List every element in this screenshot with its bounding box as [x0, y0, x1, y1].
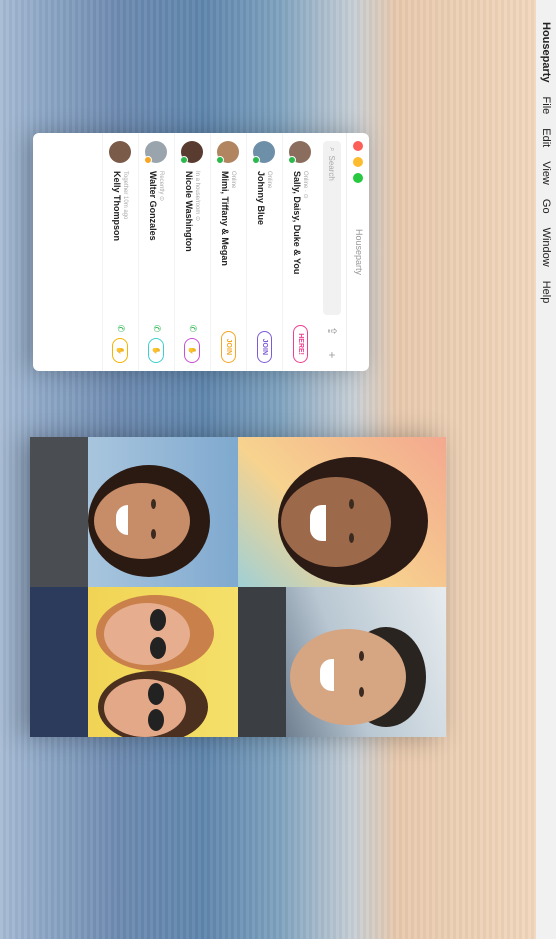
- eye-shape: [359, 651, 364, 661]
- online-dot: [180, 156, 189, 164]
- avatar: [180, 141, 204, 164]
- rotated-desktop: Houseparty File Edit View Go Window Help…: [0, 0, 556, 939]
- window-titlebar[interactable]: Houseparty: [346, 133, 369, 371]
- menu-view[interactable]: View: [540, 161, 552, 185]
- search-placeholder: Search: [327, 155, 337, 181]
- eye-shape: [359, 687, 364, 697]
- add-icon[interactable]: +: [324, 347, 340, 363]
- contact-name: Sally, Daisy, Duke & You: [292, 171, 302, 275]
- eye-shape: [151, 529, 156, 539]
- contact-name: Walter Gonzales: [148, 171, 158, 241]
- sunglasses-shape: [148, 683, 164, 705]
- contact-status: Online: [266, 171, 273, 189]
- contact-status: Online: [230, 171, 237, 189]
- avatar: [252, 141, 276, 164]
- search-icon: ⌕: [328, 147, 337, 152]
- shirt-shape: [30, 587, 88, 737]
- avatar: [144, 141, 168, 164]
- smile-shape: [320, 659, 334, 691]
- smile-shape: [116, 505, 128, 535]
- contact-row[interactable]: Online Mimi, Tiffany & Megan JOIN: [210, 133, 246, 371]
- wave-button[interactable]: ✋: [148, 338, 165, 363]
- face-shape: [94, 483, 190, 559]
- sunglasses-shape: [150, 637, 166, 659]
- online-dot: [288, 156, 297, 164]
- here-button[interactable]: HERE!: [293, 325, 308, 363]
- smile-shape: [310, 505, 326, 541]
- face-shape: [281, 477, 391, 567]
- menu-file[interactable]: File: [540, 97, 552, 115]
- contact-name: Mimi, Tiffany & Megan: [220, 171, 231, 266]
- contact-row[interactable]: Recently ⊙ Walter Gonzales ✆ ✋: [138, 133, 174, 371]
- video-tile-mimi-megan[interactable]: [30, 587, 238, 737]
- eye-shape: [151, 499, 156, 509]
- avatar: [109, 141, 132, 163]
- face-shape: [290, 629, 406, 725]
- contact-row[interactable]: Online Johnny Blue JOIN: [246, 133, 282, 371]
- menu-app-name[interactable]: Houseparty: [540, 22, 552, 83]
- contact-status: In a house/room ⊙: [194, 171, 200, 222]
- contact-row[interactable]: Online · ⊙ Sally, Daisy, Duke & You HERE!: [282, 133, 318, 371]
- contact-status: Together 10m ago: [122, 171, 129, 220]
- online-dot: [216, 156, 225, 164]
- eye-shape: [349, 533, 354, 543]
- houseparty-window: Houseparty ⌕ Search ⇪ + Online · ⊙ Sally,…: [33, 133, 369, 371]
- face-shape: [104, 603, 190, 665]
- join-button[interactable]: JOIN: [257, 330, 272, 363]
- contact-name: Nicole Washington: [184, 171, 194, 252]
- sweater-shape: [30, 437, 88, 587]
- video-tile-kelly[interactable]: [30, 437, 238, 587]
- sunglasses-shape: [148, 709, 164, 731]
- video-tile-nicole[interactable]: [238, 437, 446, 587]
- join-button[interactable]: JOIN: [221, 330, 236, 363]
- contact-status: Online · ⊙: [302, 171, 308, 199]
- contact-status: Recently ⊙: [158, 171, 164, 202]
- video-call-grid: [30, 437, 446, 737]
- wave-button[interactable]: ✋: [112, 338, 129, 363]
- phone-icon[interactable]: ✆: [187, 325, 198, 333]
- menu-help[interactable]: Help: [540, 281, 552, 304]
- phone-icon[interactable]: ✆: [151, 325, 162, 333]
- menu-go[interactable]: Go: [540, 199, 552, 214]
- window-title: Houseparty: [354, 228, 364, 276]
- menu-bar: Houseparty File Edit View Go Window Help: [535, 0, 556, 939]
- menu-edit[interactable]: Edit: [540, 128, 552, 147]
- contact-list: Online · ⊙ Sally, Daisy, Duke & You HERE!…: [102, 133, 318, 371]
- menu-window[interactable]: Window: [540, 228, 552, 267]
- screen: Houseparty File Edit View Go Window Help…: [0, 0, 556, 939]
- video-tile-walter[interactable]: [238, 587, 446, 737]
- wave-button[interactable]: ✋: [184, 338, 201, 363]
- avatar: [288, 141, 312, 164]
- phone-icon[interactable]: ✆: [115, 325, 126, 333]
- share-icon[interactable]: ⇪: [324, 323, 340, 339]
- avatar: [216, 141, 240, 164]
- away-dot: [144, 156, 153, 164]
- face-shape: [104, 679, 186, 737]
- sunglasses-shape: [150, 609, 166, 631]
- online-dot: [252, 156, 261, 164]
- contact-row[interactable]: Together 10m ago Kelly Thompson ✆ ✋: [102, 133, 138, 371]
- contact-row[interactable]: In a house/room ⊙ Nicole Washington ✆ ✋: [174, 133, 210, 371]
- shirt-shape: [238, 587, 286, 737]
- eye-shape: [349, 499, 354, 509]
- contact-name: Johnny Blue: [256, 171, 267, 226]
- search-input[interactable]: ⌕ Search: [323, 141, 341, 315]
- contact-name: Kelly Thompson: [112, 171, 123, 242]
